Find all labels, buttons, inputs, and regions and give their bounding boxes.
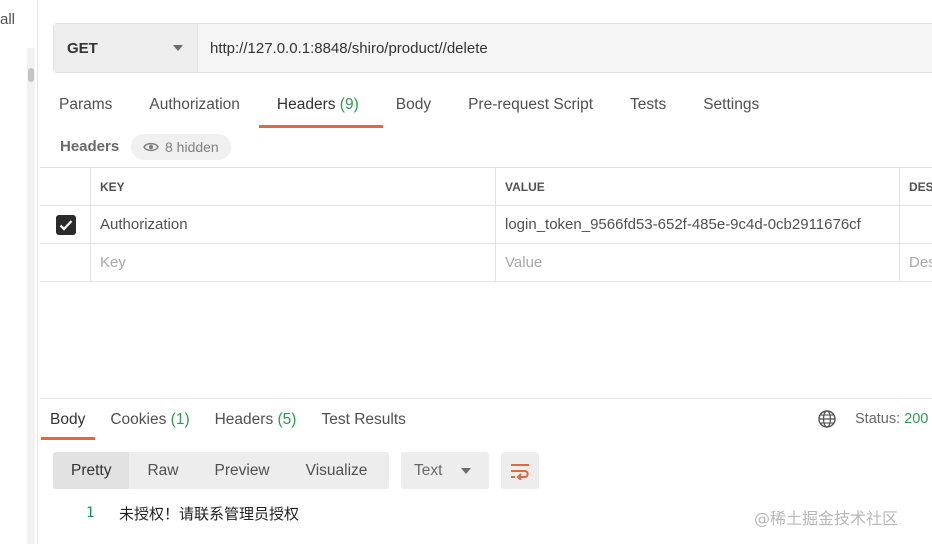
response-tab-body[interactable]: Body [40, 411, 96, 440]
view-mode-group: Pretty Raw Preview Visualize [53, 452, 389, 489]
row-checkbox-cell [40, 244, 91, 281]
description-placeholder: Description [909, 254, 932, 271]
collections-sidebar: all [0, 0, 38, 544]
url-input[interactable]: http://127.0.0.1:8848/shiro/product//del… [198, 24, 932, 72]
tab-label: Params [59, 96, 113, 113]
chevron-down-icon [461, 468, 471, 474]
new-value-input[interactable]: Value [495, 244, 900, 281]
column-header-value: VALUE [495, 168, 900, 205]
value-placeholder: Value [505, 254, 543, 271]
view-pretty-button[interactable]: Pretty [53, 452, 130, 489]
hidden-count-label: 8 hidden [165, 139, 219, 155]
format-select[interactable]: Text [401, 452, 489, 489]
table-row: Authorization login_token_9566fd53-652f-… [40, 206, 932, 244]
tab-count: (9) [339, 96, 359, 113]
globe-icon[interactable] [817, 409, 837, 429]
view-visualize-button[interactable]: Visualize [288, 452, 386, 489]
header-key-input[interactable]: Authorization [90, 206, 496, 243]
header-value-input[interactable]: login_token_9566fd53-652f-485e-9c4d-0cb2… [495, 206, 900, 243]
wrap-lines-button[interactable] [501, 452, 539, 489]
sidebar-scrollbar-thumb[interactable] [28, 68, 34, 82]
tab-label: Tests [630, 96, 667, 113]
tab-label: Pre-request Script [468, 96, 594, 113]
tab-count: (1) [170, 411, 190, 428]
sidebar-scrollbar-track[interactable] [27, 48, 35, 544]
tab-label: Body [50, 411, 86, 428]
method-label: GET [67, 39, 98, 57]
tab-params[interactable]: Params [59, 96, 112, 128]
table-row-new: Key Value Description [40, 244, 932, 282]
response-tab-test-results[interactable]: Test Results [321, 411, 405, 439]
check-icon [59, 219, 72, 231]
tab-label: Body [395, 96, 432, 113]
header-description-input[interactable] [899, 206, 932, 243]
view-raw-button[interactable]: Raw [129, 452, 196, 489]
tab-count: (5) [277, 411, 297, 428]
response-tab-cookies[interactable]: Cookies (1) [110, 411, 189, 439]
row-checkbox-cell [40, 206, 91, 243]
column-header-key: KEY [90, 168, 496, 205]
header-value-text: login_token_9566fd53-652f-485e-9c4d-0cb2… [505, 216, 861, 233]
request-tabs: Params Authorization Headers (9) Body Pr… [59, 96, 796, 128]
row-enabled-checkbox[interactable] [55, 214, 76, 235]
chevron-down-icon [173, 45, 183, 51]
response-tabs: Body Cookies (1) Headers (5) Test Result… [40, 411, 431, 440]
tab-authorization[interactable]: Authorization [149, 96, 239, 128]
watermark: @稀土掘金技术社区 [754, 509, 899, 528]
response-divider[interactable] [40, 398, 932, 399]
line-number: 1 [86, 505, 95, 521]
key-placeholder: Key [100, 254, 126, 271]
status-label: Status: [855, 411, 901, 427]
tab-tests[interactable]: Tests [630, 96, 666, 128]
column-header-description: DESCRIPTION [899, 168, 932, 205]
sidebar-partial-text: all [0, 11, 16, 28]
tab-label: Test Results [321, 411, 406, 428]
hidden-headers-toggle[interactable]: 8 hidden [131, 134, 231, 160]
request-url-bar: GET http://127.0.0.1:8848/shiro/product/… [53, 23, 932, 73]
header-checkbox-column [40, 168, 91, 205]
url-text: http://127.0.0.1:8848/shiro/product//del… [210, 39, 488, 57]
tab-label: Cookies [110, 411, 167, 428]
status-code[interactable]: 200 [904, 411, 928, 427]
tab-settings[interactable]: Settings [703, 96, 759, 128]
tab-label: Authorization [149, 96, 240, 113]
tab-label: Settings [703, 96, 760, 113]
headers-section-title: Headers [60, 138, 120, 155]
wrap-lines-icon [511, 463, 529, 480]
tab-headers[interactable]: Headers (9) [258, 96, 383, 128]
response-status: Status: 200 [855, 411, 928, 427]
format-label: Text [414, 461, 443, 479]
new-description-input[interactable]: Description [899, 244, 932, 281]
method-select[interactable]: GET [54, 24, 198, 72]
tab-label: Headers [214, 411, 274, 428]
new-key-input[interactable]: Key [90, 244, 496, 281]
tab-label: Headers [276, 96, 336, 113]
view-preview-button[interactable]: Preview [197, 452, 288, 489]
tab-body[interactable]: Body [396, 96, 431, 128]
response-tab-headers[interactable]: Headers (5) [215, 411, 297, 439]
table-header-row: KEY VALUE DESCRIPTION [40, 168, 932, 206]
response-body-text[interactable]: 未授权！请联系管理员授权 [119, 503, 299, 524]
headers-table: KEY VALUE DESCRIPTION Authorization logi… [40, 167, 932, 282]
tab-pre-request-script[interactable]: Pre-request Script [468, 96, 593, 128]
eye-icon [143, 142, 159, 152]
header-key-text: Authorization [100, 216, 188, 233]
